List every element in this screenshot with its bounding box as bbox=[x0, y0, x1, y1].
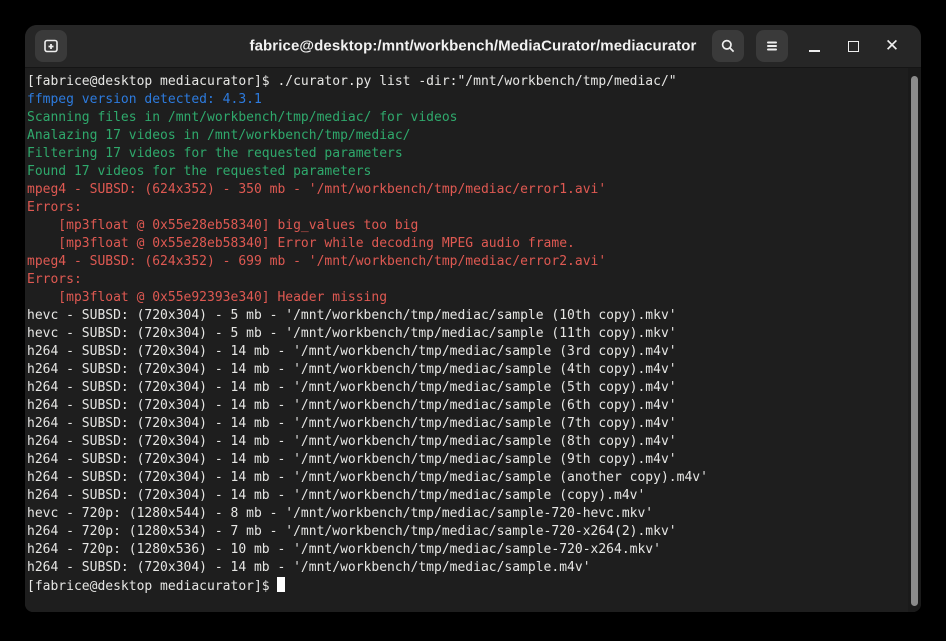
terminal-line: [fabrice@desktop mediacurator]$ bbox=[27, 577, 905, 595]
scrollbar-thumb[interactable] bbox=[911, 76, 918, 606]
window-title: fabrice@desktop:/mnt/workbench/MediaCura… bbox=[250, 38, 697, 55]
new-tab-button[interactable] bbox=[35, 30, 67, 62]
terminal-line: h264 - SUBSD: (720x304) - 14 mb - '/mnt/… bbox=[27, 379, 905, 397]
terminal-cursor bbox=[277, 577, 285, 592]
terminal-line: mpeg4 - SUBSD: (624x352) - 699 mb - '/mn… bbox=[27, 253, 905, 271]
maximize-button[interactable] bbox=[840, 33, 866, 59]
terminal-line: h264 - SUBSD: (720x304) - 14 mb - '/mnt/… bbox=[27, 415, 905, 433]
close-icon: ✕ bbox=[885, 38, 899, 55]
terminal-line: hevc - 720p: (1280x544) - 8 mb - '/mnt/w… bbox=[27, 505, 905, 523]
terminal-line: [mp3float @ 0x55e28eb58340] big_values t… bbox=[27, 217, 905, 235]
terminal-line: hevc - SUBSD: (720x304) - 5 mb - '/mnt/w… bbox=[27, 325, 905, 343]
terminal-line: Scanning files in /mnt/workbench/tmp/med… bbox=[27, 109, 905, 127]
terminal-line: Errors: bbox=[27, 271, 905, 289]
terminal-line: Errors: bbox=[27, 199, 905, 217]
terminal-line: h264 - SUBSD: (720x304) - 14 mb - '/mnt/… bbox=[27, 451, 905, 469]
terminal-line: h264 - 720p: (1280x534) - 7 mb - '/mnt/w… bbox=[27, 523, 905, 541]
new-tab-icon bbox=[43, 38, 59, 54]
maximize-icon bbox=[848, 41, 859, 52]
minimize-button[interactable] bbox=[801, 33, 827, 59]
close-button[interactable]: ✕ bbox=[879, 33, 905, 59]
terminal-line: ffmpeg version detected: 4.3.1 bbox=[27, 91, 905, 109]
terminal-line: h264 - SUBSD: (720x304) - 14 mb - '/mnt/… bbox=[27, 559, 905, 577]
minimize-icon bbox=[809, 50, 820, 52]
terminal-line: [mp3float @ 0x55e28eb58340] Error while … bbox=[27, 235, 905, 253]
terminal-line: h264 - 720p: (1280x536) - 10 mb - '/mnt/… bbox=[27, 541, 905, 559]
terminal-line: hevc - SUBSD: (720x304) - 5 mb - '/mnt/w… bbox=[27, 307, 905, 325]
terminal-line: h264 - SUBSD: (720x304) - 14 mb - '/mnt/… bbox=[27, 361, 905, 379]
terminal-line: Analazing 17 videos in /mnt/workbench/tm… bbox=[27, 127, 905, 145]
terminal-window: fabrice@desktop:/mnt/workbench/MediaCura… bbox=[25, 25, 921, 612]
terminal-line: [fabrice@desktop mediacurator]$ ./curato… bbox=[27, 73, 905, 91]
menu-button[interactable] bbox=[756, 30, 788, 62]
terminal-line: h264 - SUBSD: (720x304) - 14 mb - '/mnt/… bbox=[27, 397, 905, 415]
scrollbar[interactable] bbox=[908, 68, 921, 612]
search-button[interactable] bbox=[712, 30, 744, 62]
hamburger-menu-icon bbox=[765, 39, 779, 53]
terminal-line: h264 - SUBSD: (720x304) - 14 mb - '/mnt/… bbox=[27, 487, 905, 505]
terminal-line: Found 17 videos for the requested parame… bbox=[27, 163, 905, 181]
terminal-line: [mp3float @ 0x55e92393e340] Header missi… bbox=[27, 289, 905, 307]
terminal-line: Filtering 17 videos for the requested pa… bbox=[27, 145, 905, 163]
terminal-output[interactable]: [fabrice@desktop mediacurator]$ ./curato… bbox=[25, 68, 921, 612]
terminal-line: h264 - SUBSD: (720x304) - 14 mb - '/mnt/… bbox=[27, 343, 905, 361]
terminal-line: mpeg4 - SUBSD: (624x352) - 350 mb - '/mn… bbox=[27, 181, 905, 199]
terminal-lines: [fabrice@desktop mediacurator]$ ./curato… bbox=[27, 73, 905, 595]
titlebar[interactable]: fabrice@desktop:/mnt/workbench/MediaCura… bbox=[25, 25, 921, 68]
search-icon bbox=[720, 38, 736, 54]
terminal-line: h264 - SUBSD: (720x304) - 14 mb - '/mnt/… bbox=[27, 469, 905, 487]
terminal-line: h264 - SUBSD: (720x304) - 14 mb - '/mnt/… bbox=[27, 433, 905, 451]
desktop-background: fabrice@desktop:/mnt/workbench/MediaCura… bbox=[0, 0, 946, 641]
